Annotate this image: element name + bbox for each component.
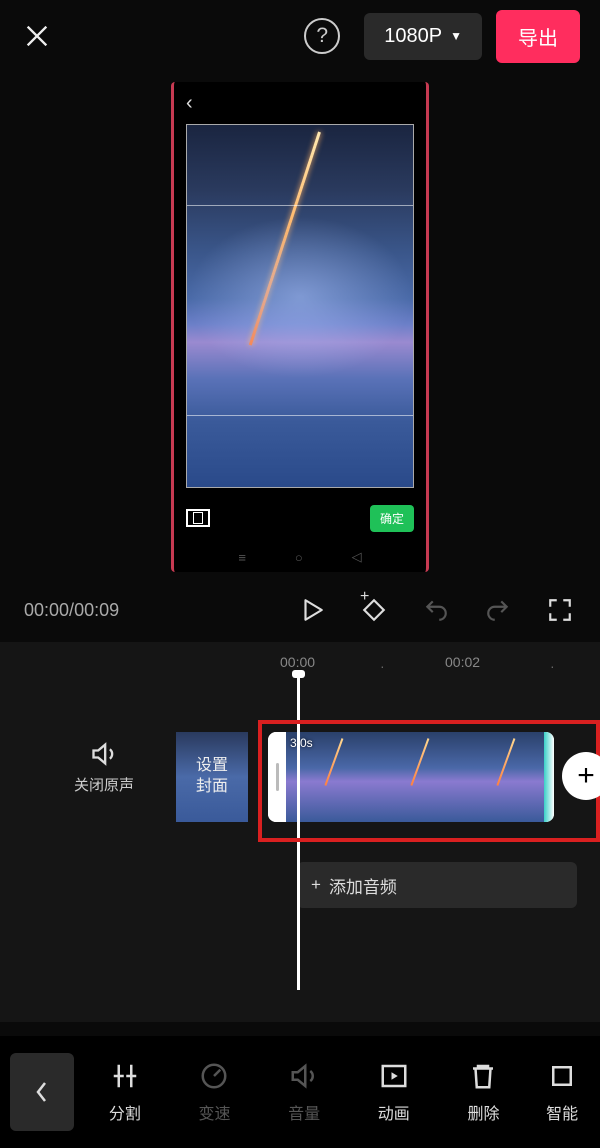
animation-button[interactable]: 动画 (358, 1060, 430, 1124)
canvas[interactable] (186, 124, 414, 488)
phone-footer: 确定 (174, 488, 426, 548)
animation-icon (379, 1060, 409, 1092)
video-track: 关闭原声 设置 封面 3.0s + + 添加音 (0, 718, 600, 848)
fullscreen-button[interactable] (544, 594, 576, 626)
speed-icon (199, 1060, 229, 1092)
split-icon (110, 1060, 140, 1092)
timecode: 00:00/00:09 (24, 600, 266, 621)
preview-area: ‹ 确定 ≡○◁ (0, 72, 600, 572)
timeline[interactable]: 00:00 · 00:02 · 关闭原声 设置 封面 3.0s (0, 642, 600, 1022)
clip-thumbnail (458, 732, 544, 822)
confirm-button[interactable]: 确定 (370, 505, 414, 532)
set-cover-button[interactable]: 设置 封面 (176, 732, 248, 822)
video-preview (186, 124, 414, 488)
smart-icon (547, 1060, 577, 1092)
close-button[interactable] (20, 19, 54, 53)
phone-back-icon[interactable]: ‹ (186, 92, 193, 115)
redo-button[interactable] (482, 594, 514, 626)
split-button[interactable]: 分割 (89, 1060, 161, 1124)
add-audio-label: 添加音频 (329, 873, 397, 898)
volume-button[interactable]: 音量 (268, 1060, 340, 1124)
toolbar-back-button[interactable] (10, 1053, 74, 1131)
phone-nav-bar: ≡○◁ (174, 548, 426, 572)
chevron-down-icon: ▼ (450, 29, 462, 43)
clip-duration: 3.0s (290, 736, 313, 750)
mute-label: 关闭原声 (74, 774, 134, 795)
delete-icon (468, 1060, 498, 1092)
play-button[interactable] (296, 594, 328, 626)
speed-button[interactable]: 变速 (178, 1060, 250, 1124)
playback-bar: 00:00/00:09 + (0, 578, 600, 642)
mute-toggle[interactable]: 关闭原声 (74, 740, 134, 795)
add-clip-button[interactable]: + (562, 752, 600, 800)
add-audio-button[interactable]: + 添加音频 (297, 862, 577, 908)
clip-thumbnail (372, 732, 458, 822)
plus-icon: + (311, 875, 321, 895)
keyframe-button[interactable]: + (358, 594, 390, 626)
clip-handle-right[interactable] (544, 732, 554, 822)
smart-button[interactable]: 智能 (537, 1060, 587, 1124)
phone-frame: ‹ 确定 ≡○◁ (171, 82, 429, 572)
resolution-label: 1080P (384, 25, 442, 48)
aspect-ratio-icon[interactable] (186, 509, 210, 527)
delete-button[interactable]: 删除 (447, 1060, 519, 1124)
video-clip[interactable]: 3.0s (268, 732, 554, 822)
export-button[interactable]: 导出 (496, 10, 580, 63)
undo-button[interactable] (420, 594, 452, 626)
phone-header: ‹ (174, 82, 426, 124)
top-bar: ? 1080P ▼ 导出 (0, 0, 600, 72)
resolution-dropdown[interactable]: 1080P ▼ (364, 13, 482, 60)
volume-icon (289, 1060, 319, 1092)
playhead[interactable] (297, 672, 300, 990)
clip-handle-left[interactable] (268, 732, 286, 822)
help-button[interactable]: ? (304, 18, 340, 54)
bottom-toolbar: 分割 变速 音量 动画 删除 (0, 1036, 600, 1148)
